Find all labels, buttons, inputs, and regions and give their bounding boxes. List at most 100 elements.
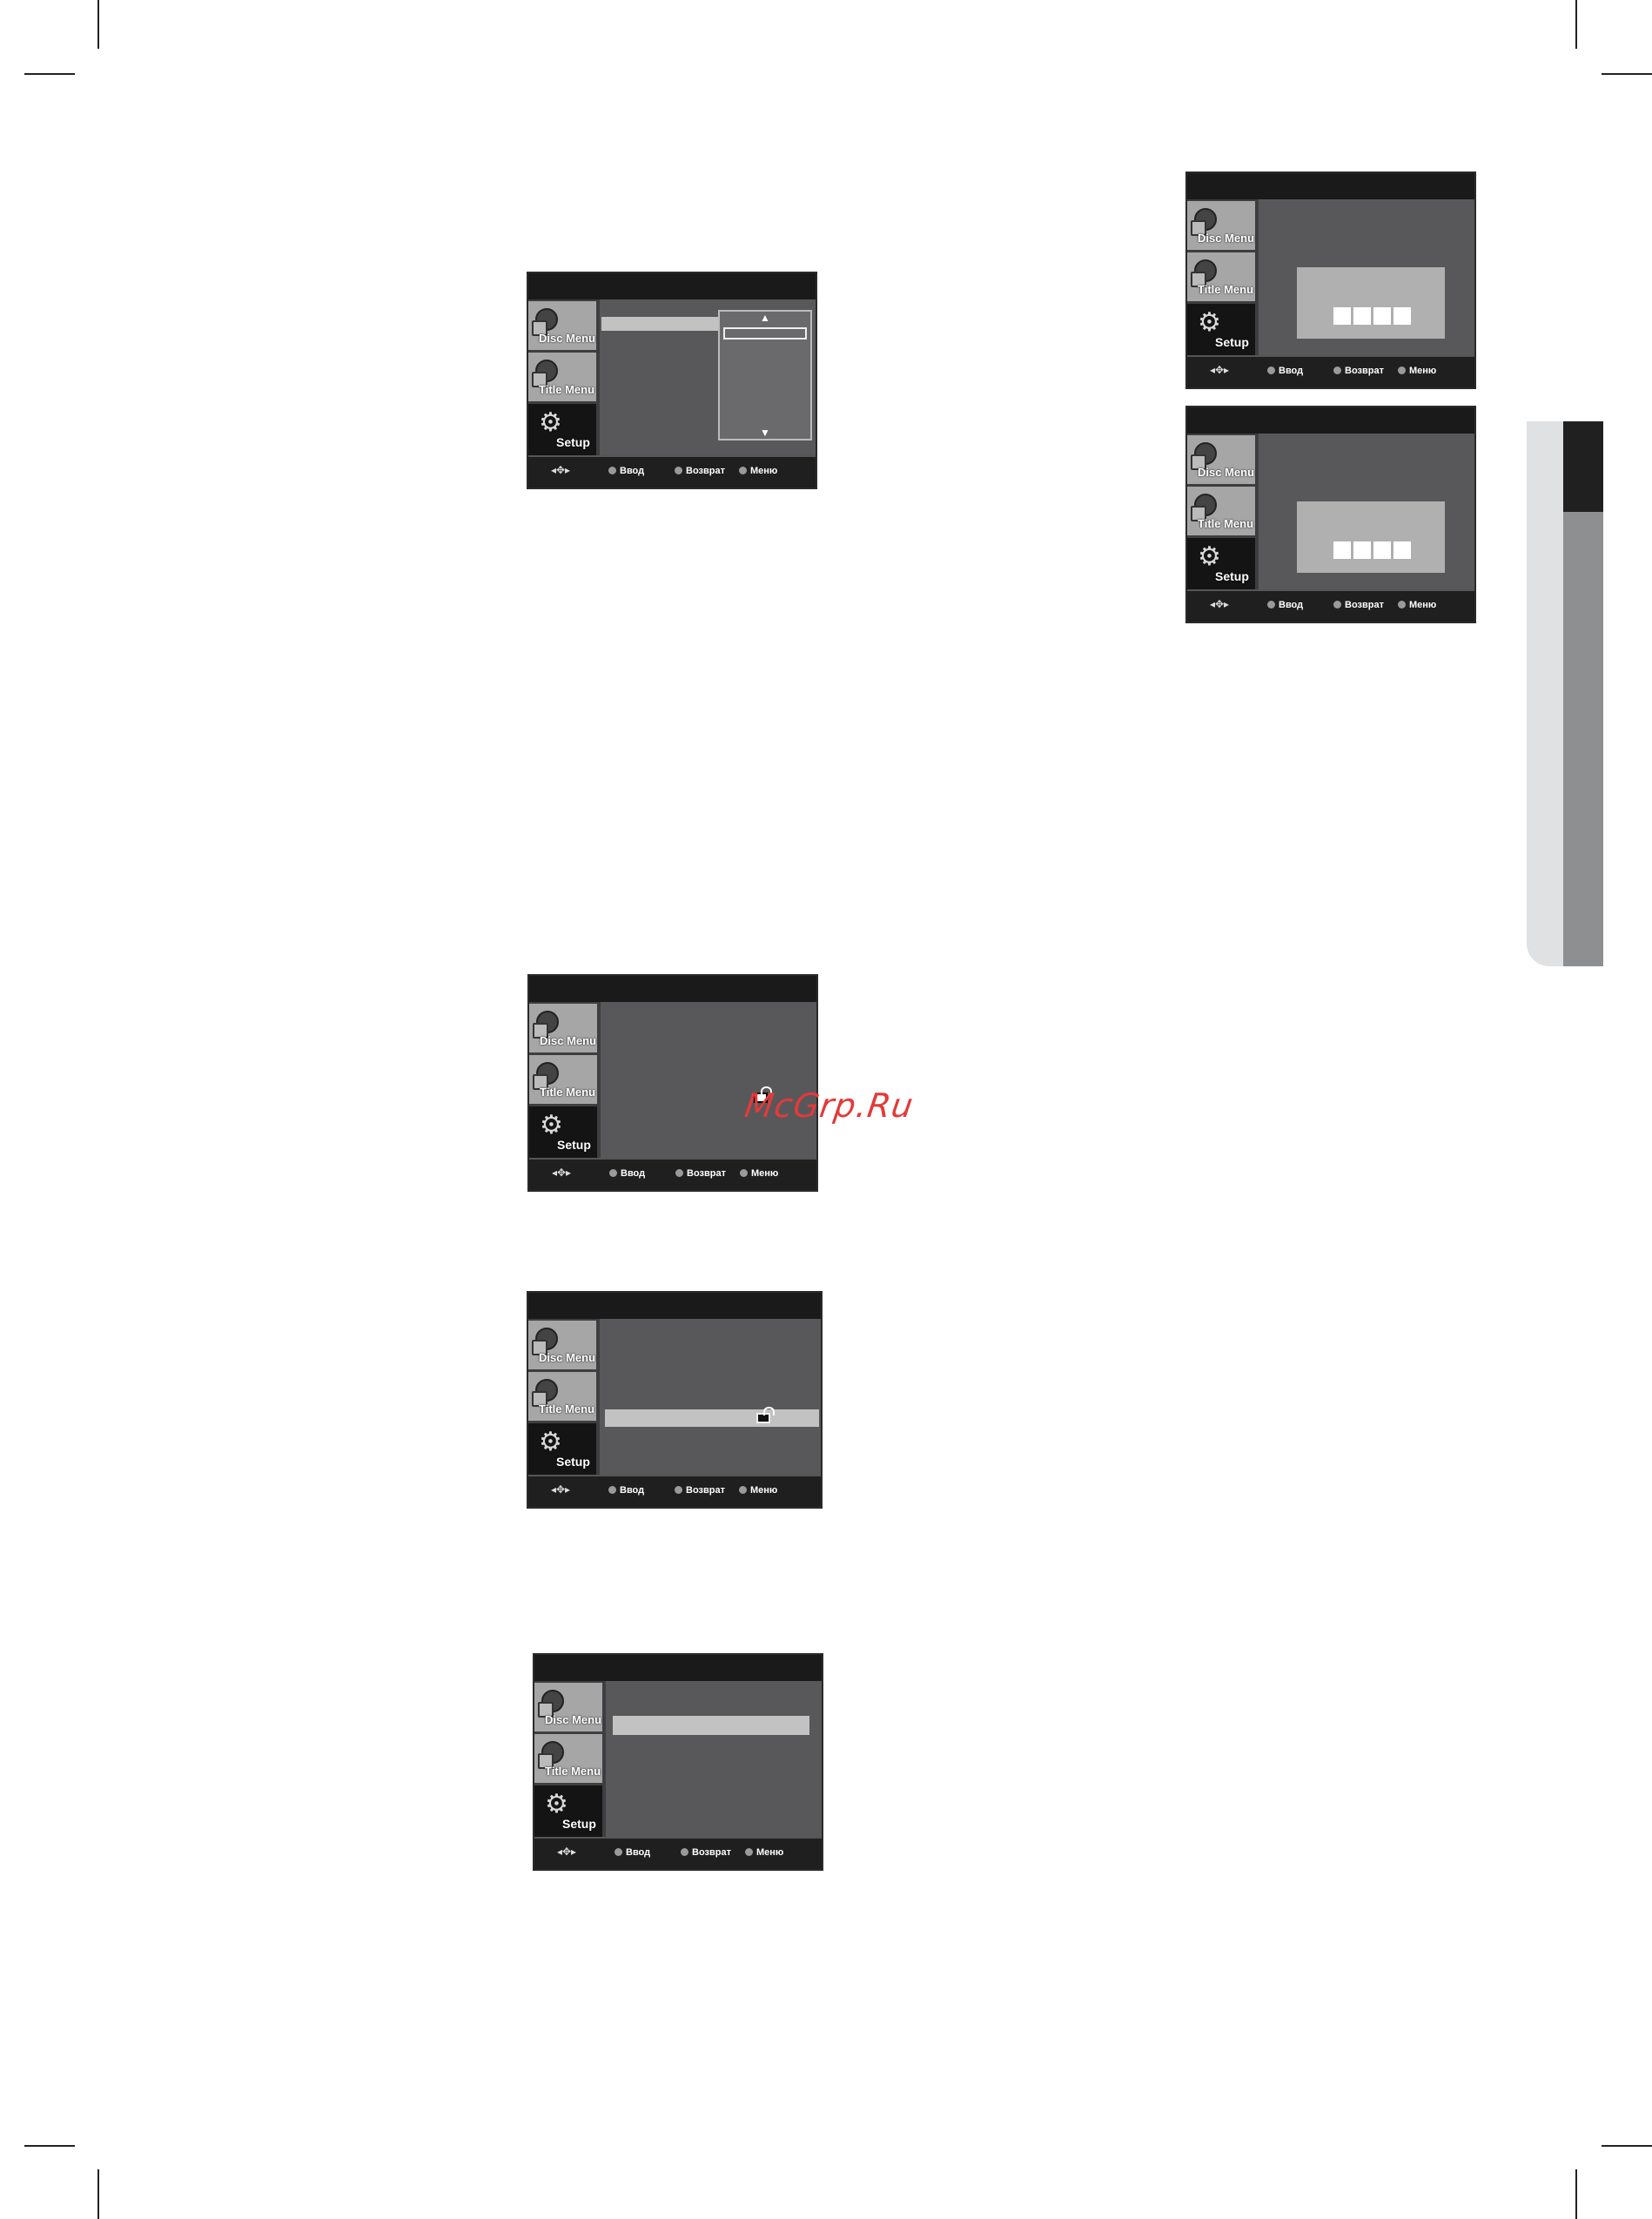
osd-top-bar <box>529 976 816 1002</box>
gear-icon: ⚙ <box>545 1790 568 1819</box>
osd-sidebar: Disc Menu Title Menu ⚙ Setup <box>1187 199 1259 359</box>
password-digit-1[interactable] <box>1333 541 1351 559</box>
osd-screen-menu-row: Disc Menu Title Menu ⚙ Setup ◂✥▸ Ввод Воз… <box>533 1653 823 1871</box>
title-menu-button[interactable]: Title Menu <box>528 353 596 401</box>
setup-button[interactable]: ⚙ Setup <box>534 1785 602 1838</box>
disc-menu-label: Disc Menu <box>1198 466 1255 479</box>
hint-enter-label: Ввод <box>626 1847 651 1858</box>
arrow-down-icon[interactable]: ▼ <box>760 427 770 439</box>
setup-label: Setup <box>556 1455 590 1469</box>
enter-button-icon <box>614 1848 622 1856</box>
options-dropdown[interactable]: ▲ ▼ <box>718 310 812 440</box>
osd-sidebar: Disc Menu Title Menu ⚙ Setup <box>528 299 600 459</box>
title-menu-button[interactable]: Title Menu <box>529 1055 597 1104</box>
selected-row[interactable] <box>605 1409 819 1427</box>
title-menu-button[interactable]: Title Menu <box>1187 252 1255 301</box>
disc-menu-label: Disc Menu <box>540 1034 597 1047</box>
password-digit-3[interactable] <box>1373 307 1391 325</box>
osd-screen-password-confirm: Disc Menu Title Menu ⚙ Setup ◂✥▸ Ввод Воз… <box>1185 406 1476 623</box>
osd-top-bar <box>1187 173 1474 199</box>
setup-button[interactable]: ⚙ Setup <box>529 1106 597 1159</box>
gear-icon: ⚙ <box>539 1428 562 1456</box>
disc-menu-button[interactable]: Disc Menu <box>1187 435 1255 484</box>
hint-menu-label: Меню <box>1409 600 1437 610</box>
osd-screen-rating-list: Disc Menu Title Menu ⚙ Setup ▲ ▼ ◂✥▸ Ввод… <box>527 272 817 489</box>
setup-button[interactable]: ⚙ Setup <box>1187 538 1255 590</box>
disc-menu-button[interactable]: Disc Menu <box>1187 201 1255 250</box>
setup-button[interactable]: ⚙ Setup <box>528 1423 596 1476</box>
return-button-icon <box>1333 366 1341 374</box>
section-tab-marker <box>1563 421 1603 512</box>
hint-menu: Меню <box>739 1485 777 1496</box>
disc-menu-button[interactable]: Disc Menu <box>528 301 596 350</box>
hint-return-label: Возврат <box>687 1168 726 1179</box>
arrow-up-icon[interactable]: ▲ <box>760 312 770 324</box>
osd-hint-bar: ◂✥▸ Ввод Возврат Меню <box>1187 589 1474 622</box>
osd-top-bar <box>1187 407 1474 434</box>
hint-menu: Меню <box>745 1847 783 1858</box>
title-menu-button[interactable]: Title Menu <box>528 1372 596 1421</box>
selected-row[interactable] <box>601 317 720 331</box>
password-digit-1[interactable] <box>1333 307 1351 325</box>
title-menu-label: Title Menu <box>1198 517 1254 530</box>
enter-button-icon <box>608 467 616 474</box>
dropdown-selected-item[interactable] <box>723 327 807 340</box>
osd-hint-bar: ◂✥▸ Ввод Возврат Меню <box>528 455 816 488</box>
title-menu-label: Title Menu <box>1198 283 1254 296</box>
return-button-icon <box>681 1848 688 1856</box>
menu-button-icon <box>739 467 747 474</box>
disc-menu-label: Disc Menu <box>539 1351 596 1364</box>
crop-mark <box>1575 2169 1577 2219</box>
setup-button[interactable]: ⚙ Setup <box>1187 304 1255 356</box>
menu-button-icon <box>745 1848 753 1856</box>
setup-label: Setup <box>1215 335 1249 349</box>
hint-enter: Ввод <box>609 1168 645 1179</box>
title-menu-label: Title Menu <box>545 1765 601 1778</box>
return-button-icon <box>1333 601 1341 609</box>
setup-button[interactable]: ⚙ Setup <box>528 404 596 456</box>
enter-button-icon <box>1267 366 1275 374</box>
password-digit-4[interactable] <box>1393 307 1411 325</box>
gear-icon: ⚙ <box>1198 542 1221 571</box>
password-digit-2[interactable] <box>1353 307 1371 325</box>
lock-icon[interactable] <box>756 1407 775 1423</box>
osd-screen-password: Disc Menu Title Menu ⚙ Setup ◂✥▸ Ввод Воз… <box>1185 171 1476 389</box>
osd-top-bar <box>528 1293 821 1319</box>
password-digit-3[interactable] <box>1373 541 1391 559</box>
crop-mark <box>97 0 99 49</box>
disc-menu-button[interactable]: Disc Menu <box>528 1321 596 1369</box>
crop-mark <box>97 2169 99 2219</box>
hint-return: Возврат <box>675 1168 726 1179</box>
hint-return: Возврат <box>675 1485 725 1496</box>
hint-return-label: Возврат <box>1345 366 1384 376</box>
disc-menu-button[interactable]: Disc Menu <box>534 1683 602 1731</box>
menu-button-icon <box>1398 366 1406 374</box>
osd-top-bar <box>528 273 816 299</box>
return-button-icon <box>675 1169 683 1177</box>
navigation-keys-icon: ◂✥▸ <box>551 1167 572 1179</box>
hint-return: Возврат <box>1333 600 1384 610</box>
return-button-icon <box>675 1486 682 1494</box>
hint-menu: Меню <box>739 466 777 476</box>
hint-return-label: Возврат <box>692 1847 731 1858</box>
title-menu-label: Title Menu <box>539 383 595 396</box>
password-digit-4[interactable] <box>1393 541 1411 559</box>
password-dialog <box>1297 267 1445 339</box>
selected-row[interactable] <box>613 1716 809 1735</box>
password-dialog <box>1297 501 1445 573</box>
hint-enter-label: Ввод <box>621 1168 646 1179</box>
title-menu-button[interactable]: Title Menu <box>534 1734 602 1783</box>
gear-icon: ⚙ <box>540 1111 563 1140</box>
disc-menu-label: Disc Menu <box>539 332 596 345</box>
hint-menu: Меню <box>740 1168 778 1179</box>
navigation-keys-icon: ◂✥▸ <box>550 464 571 476</box>
hint-return-label: Возврат <box>1345 600 1384 610</box>
hint-return: Возврат <box>675 466 725 476</box>
hint-enter: Ввод <box>1267 366 1303 376</box>
hint-menu-label: Меню <box>751 1168 779 1179</box>
password-digit-2[interactable] <box>1353 541 1371 559</box>
title-menu-button[interactable]: Title Menu <box>1187 487 1255 535</box>
hint-menu-label: Меню <box>750 1485 778 1496</box>
disc-menu-button[interactable]: Disc Menu <box>529 1004 597 1052</box>
crop-mark <box>24 73 75 75</box>
